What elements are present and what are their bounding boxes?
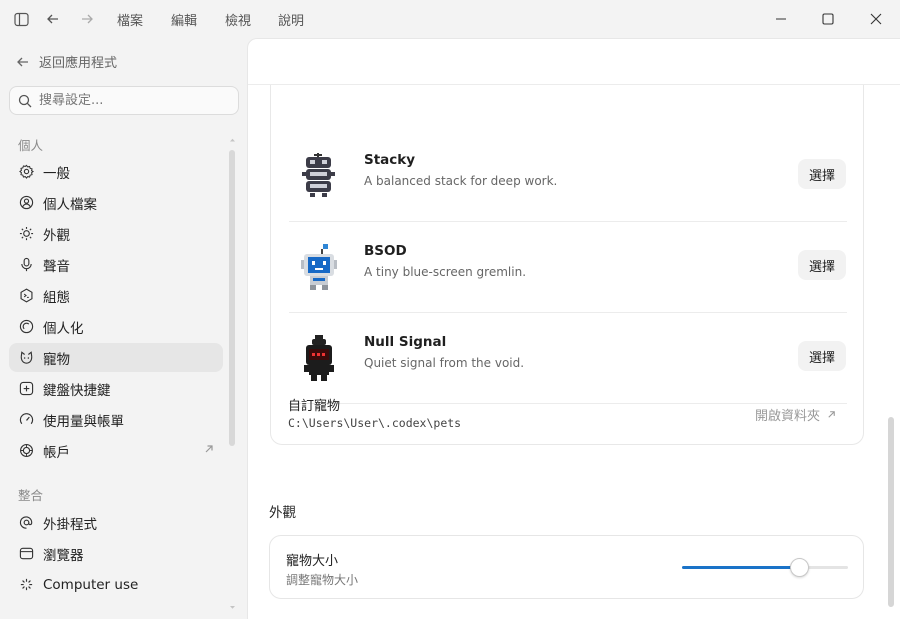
pet-size-slider[interactable]	[682, 558, 848, 577]
pet-size-description: 調整寵物大小	[286, 573, 359, 587]
pet-name: BSOD	[364, 243, 407, 259]
search-input[interactable]	[39, 93, 229, 108]
sidebar-scrollbar-thumb[interactable]	[229, 150, 235, 446]
sidebar-item-label: 寵物	[43, 351, 70, 368]
browser-icon	[18, 546, 34, 562]
keyboard-icon	[18, 381, 34, 397]
pet-name: Stacky	[364, 152, 416, 168]
account-icon	[18, 443, 34, 459]
back-to-app-label: 返回應用程式	[39, 56, 118, 71]
choose-null-signal-button[interactable]: 選擇	[798, 341, 846, 371]
appearance-heading: 外觀	[269, 505, 296, 521]
gear-icon	[18, 164, 34, 180]
sidebar-item-label: 使用量與帳單	[43, 413, 124, 430]
sidebar-item-browser[interactable]: 瀏覽器	[9, 539, 223, 568]
sidebar-item-label: 外觀	[43, 227, 70, 244]
title-bar: 檔案 編輯 檢視 說明	[0, 0, 900, 38]
menu-edit[interactable]: 編輯	[171, 10, 197, 29]
back-arrow-icon	[17, 57, 28, 66]
null-signal-pet-icon	[304, 335, 334, 381]
pet-row: BSOD A tiny blue-screen gremlin. 選擇	[289, 222, 847, 313]
close-icon	[870, 13, 882, 25]
pet-row: Stacky A balanced stack for deep work. 選…	[289, 131, 847, 222]
choose-bsod-button[interactable]: 選擇	[798, 250, 846, 280]
maximize-button[interactable]	[805, 0, 851, 38]
appearance-card: 寵物大小 調整寵物大小	[269, 535, 864, 599]
close-button[interactable]	[853, 0, 899, 38]
open-folder-button[interactable]: 開啟資料夾	[755, 405, 837, 424]
sidebar-item-computer-use[interactable]: Computer use	[9, 570, 223, 599]
sidebar-item-plugins[interactable]: 外掛程式	[9, 508, 223, 537]
custom-pets-path: C:\Users\User\.codex\pets	[288, 416, 462, 430]
sidebar-item-label: 瀏覽器	[43, 547, 84, 564]
sidebar-item-sound[interactable]: 聲音	[9, 250, 223, 279]
sidebar-item-config[interactable]: 組態	[9, 281, 223, 310]
microphone-icon	[18, 257, 34, 273]
sidebar-item-label: 帳戶	[43, 444, 70, 461]
stacky-pet-icon	[302, 153, 335, 197]
sidebar-item-label: 組態	[43, 289, 70, 306]
back-arrow-icon[interactable]	[42, 8, 64, 30]
custom-pets-label: 自訂寵物	[288, 399, 341, 414]
sidebar-item-usage-billing[interactable]: 使用量與帳單	[9, 405, 223, 434]
sidebar-item-account[interactable]: 帳戶	[9, 436, 223, 465]
sidebar-item-general[interactable]: 一般	[9, 157, 223, 186]
settings-sidebar: 返回應用程式 個人 一般 個人檔案 外觀 聲音 組態 個人化 寵物 鍵盤快捷鍵 …	[0, 38, 247, 619]
minimize-button[interactable]	[758, 0, 804, 38]
slider-fill	[682, 566, 800, 569]
cursor-sparkle-icon	[18, 577, 34, 593]
section-heading-personal: 個人	[18, 138, 44, 153]
settings-content: Stacky A balanced stack for deep work. 選…	[247, 38, 900, 619]
sidebar-item-label: 鍵盤快捷鍵	[43, 382, 111, 399]
forward-arrow-icon[interactable]	[76, 8, 98, 30]
sidebar-item-profile[interactable]: 個人檔案	[9, 188, 223, 217]
bsod-pet-icon	[301, 244, 337, 290]
content-scrollbar-thumb[interactable]	[888, 417, 894, 607]
gauge-icon	[18, 412, 34, 428]
sidebar-item-appearance[interactable]: 外觀	[9, 219, 223, 248]
menu-view[interactable]: 檢視	[225, 10, 251, 29]
menu-help[interactable]: 說明	[278, 10, 304, 29]
pets-card: Stacky A balanced stack for deep work. 選…	[270, 85, 864, 445]
sidebar-item-keyboard-shortcuts[interactable]: 鍵盤快捷鍵	[9, 374, 223, 403]
search-icon	[18, 94, 32, 107]
maximize-icon	[822, 13, 834, 25]
slider-thumb[interactable]	[790, 558, 810, 577]
pet-name: Null Signal	[364, 334, 447, 350]
sidebar-item-personalization[interactable]: 個人化	[9, 312, 223, 341]
open-folder-label: 開啟資料夾	[754, 409, 820, 424]
settings-search[interactable]	[9, 86, 239, 115]
external-link-icon	[205, 445, 213, 453]
pet-size-label: 寵物大小	[286, 554, 339, 569]
sidebar-item-label: 個人化	[43, 320, 84, 337]
at-icon	[18, 515, 34, 531]
sidebar-item-label: Computer use	[43, 576, 139, 593]
sidebar-item-label: 聲音	[43, 258, 70, 275]
minimize-icon	[776, 18, 786, 20]
menu-file[interactable]: 檔案	[117, 10, 143, 29]
back-to-app-link[interactable]: 返回應用程式	[16, 52, 117, 71]
terminal-icon	[18, 288, 34, 304]
pet-description: A tiny blue-screen gremlin.	[364, 265, 527, 279]
pet-icon	[18, 350, 34, 366]
choose-stacky-button[interactable]: 選擇	[798, 159, 846, 189]
sidebar-item-label: 個人檔案	[43, 196, 97, 213]
pet-row: Null Signal Quiet signal from the void. …	[289, 313, 847, 404]
external-link-icon	[828, 411, 835, 418]
sidebar-item-label: 外掛程式	[43, 516, 97, 533]
pet-description: A balanced stack for deep work.	[364, 174, 558, 188]
user-circle-icon	[18, 195, 34, 211]
pet-description: Quiet signal from the void.	[364, 356, 525, 370]
sidebar-toggle-icon[interactable]	[10, 8, 32, 30]
sun-icon	[18, 226, 34, 242]
sidebar-item-pets[interactable]: 寵物	[9, 343, 223, 372]
sidebar-item-label: 一般	[43, 165, 70, 182]
section-heading-integrations: 整合	[18, 488, 44, 503]
personalize-icon	[18, 319, 34, 335]
